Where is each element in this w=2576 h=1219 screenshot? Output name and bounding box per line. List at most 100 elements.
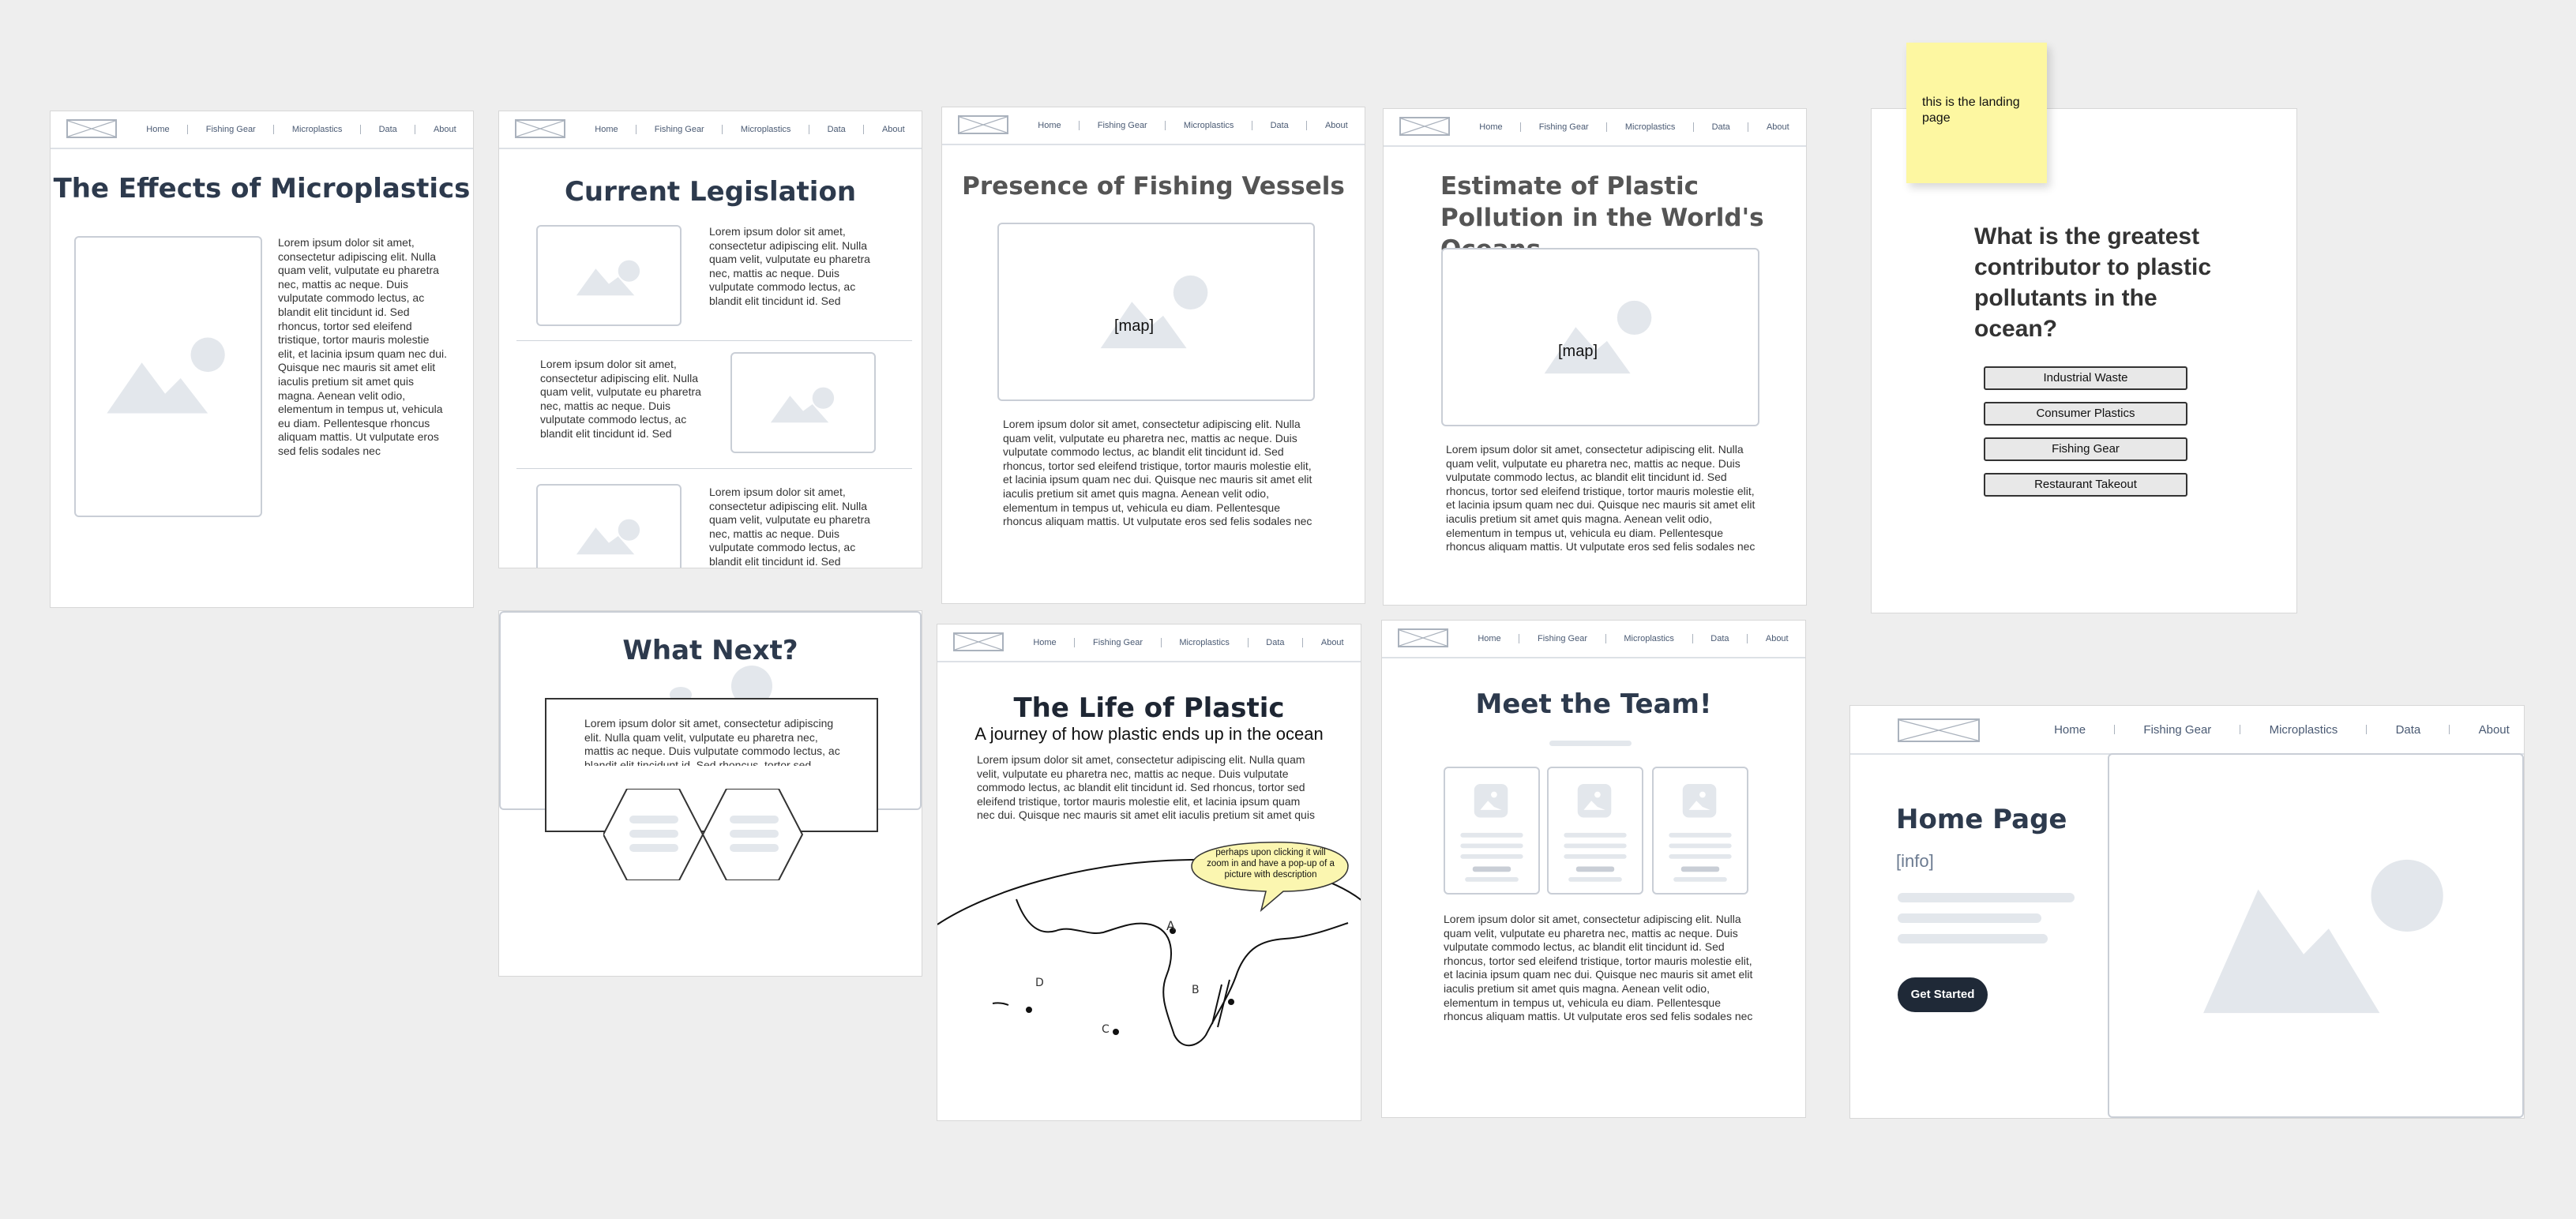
logo-placeholder-icon: [66, 119, 117, 138]
nav-data-link[interactable]: Data: [1266, 638, 1284, 647]
team-card[interactable]: [1547, 767, 1643, 895]
page-title: The Effects of Microplastics: [53, 173, 471, 204]
get-started-button[interactable]: Get Started: [1898, 977, 1988, 1012]
nav-about-link[interactable]: About: [1325, 121, 1348, 130]
logo-placeholder-icon: [515, 119, 565, 138]
nav-divider: [1693, 122, 1694, 132]
image-placeholder: [74, 236, 262, 517]
body-text: Lorem ipsum dolor sit amet, consectetur …: [278, 236, 447, 457]
nav-data-link[interactable]: Data: [1710, 634, 1729, 643]
nav-about-link[interactable]: About: [2479, 723, 2510, 737]
body-text: Lorem ipsum dolor sit amet, consectetur …: [709, 486, 870, 568]
body-text: Lorem ipsum dolor sit amet, consectetur …: [1444, 913, 1753, 1023]
page-title: What Next?: [622, 635, 798, 666]
nav-data-link[interactable]: Data: [1271, 121, 1289, 130]
nav-divider: [360, 125, 361, 134]
nav-divider: [1747, 634, 1748, 643]
nav-about-link[interactable]: About: [1767, 122, 1789, 132]
nav-home-link[interactable]: Home: [146, 125, 169, 134]
nav-data-link[interactable]: Data: [2396, 723, 2421, 737]
nav-microplastics-link[interactable]: Microplastics: [741, 125, 791, 134]
page-title: Current Legislation: [564, 176, 857, 208]
nav-about-link[interactable]: About: [1321, 638, 1344, 647]
nav-divider: [863, 125, 865, 134]
question-heading: What is the greatest contributor to plas…: [1974, 223, 2211, 342]
frame-meet-the-team: Home Fishing Gear Microplastics Data Abo…: [1381, 620, 1806, 1118]
page-title: Meet the Team!: [1475, 688, 1712, 720]
nav-home-link[interactable]: Home: [1479, 122, 1502, 132]
nav-about-link[interactable]: About: [1766, 634, 1789, 643]
nav-bar: Home Fishing Gear Microplastics Data Abo…: [499, 111, 922, 149]
nav-fishing-gear-link[interactable]: Fishing Gear: [1098, 121, 1147, 130]
option-fishing-gear-button[interactable]: Fishing Gear: [1984, 437, 2187, 461]
nav-bar: Home Fishing Gear Microplastics Data Abo…: [1384, 109, 1806, 147]
nav-home-link[interactable]: Home: [595, 125, 618, 134]
nav-microplastics-link[interactable]: Microplastics: [292, 125, 343, 134]
nav-microplastics-link[interactable]: Microplastics: [1179, 638, 1230, 647]
nav-divider: [2114, 725, 2116, 734]
frame-life-of-plastic: Home Fishing Gear Microplastics Data Abo…: [937, 624, 1361, 1121]
nav-home-link[interactable]: Home: [1033, 638, 1056, 647]
sticky-note[interactable]: this is the landing page: [1906, 43, 2047, 183]
body-text: Lorem ipsum dolor sit amet, consectetur …: [1003, 418, 1312, 528]
team-card[interactable]: [1444, 767, 1540, 895]
page-subtitle: A journey of how plastic ends up in the …: [974, 724, 1324, 744]
nav-home-link[interactable]: Home: [1038, 121, 1061, 130]
map-placeholder[interactable]: [map]: [997, 223, 1315, 401]
image-placeholder: [536, 225, 682, 326]
nav-microplastics-link[interactable]: Microplastics: [1184, 121, 1234, 130]
nav-divider: [273, 125, 275, 134]
nav-fishing-gear-link[interactable]: Fishing Gear: [1093, 638, 1143, 647]
nav-divider: [1605, 634, 1606, 643]
frame-current-legislation: Home Fishing Gear Microplastics Data Abo…: [498, 111, 922, 568]
nav-divider: [1160, 638, 1162, 647]
nav-fishing-gear-link[interactable]: Fishing Gear: [655, 125, 704, 134]
page-title: Home Page: [1896, 804, 2067, 835]
map-placeholder[interactable]: [map]: [1441, 248, 1759, 426]
nav-data-link[interactable]: Data: [1712, 122, 1730, 132]
nav-divider: [1302, 638, 1304, 647]
nav-about-link[interactable]: About: [434, 125, 456, 134]
nav-divider: [1520, 122, 1522, 132]
nav-fishing-gear-link[interactable]: Fishing Gear: [2143, 723, 2211, 737]
nav-divider: [1692, 634, 1693, 643]
nav-data-link[interactable]: Data: [828, 125, 846, 134]
nav-about-link[interactable]: About: [882, 125, 905, 134]
page-title: The Life of Plastic: [1013, 692, 1285, 724]
text-line-placeholder: [1898, 893, 2075, 902]
nav-bar: Home Fishing Gear Microplastics Data Abo…: [1382, 621, 1805, 658]
image-placeholder: [536, 484, 682, 568]
nav-divider: [1165, 121, 1166, 130]
nav-home-link[interactable]: Home: [1478, 634, 1500, 643]
nav-fishing-gear-link[interactable]: Fishing Gear: [206, 125, 256, 134]
page-title: Presence of Fishing Vessels: [962, 172, 1345, 201]
option-industrial-waste-button[interactable]: Industrial Waste: [1984, 366, 2187, 390]
text-line-placeholder: [1898, 934, 2048, 943]
nav-fishing-gear-link[interactable]: Fishing Gear: [1538, 634, 1587, 643]
speech-bubble-text: perhaps upon clicking it will zoom in an…: [1207, 848, 1335, 880]
nav-microplastics-link[interactable]: Microplastics: [1624, 634, 1674, 643]
hexagon-graphic: [603, 789, 804, 880]
nav-bar: Home Fishing Gear Microplastics Data Abo…: [51, 111, 473, 149]
nav-microplastics-link[interactable]: Microplastics: [1625, 122, 1676, 132]
hero-image-placeholder: [2108, 753, 2524, 1118]
map-marker-label-d: D: [1035, 977, 1044, 989]
answer-options: Industrial Waste Consumer Plastics Fishi…: [1984, 366, 2189, 524]
nav-data-link[interactable]: Data: [379, 125, 397, 134]
nav-microplastics-link[interactable]: Microplastics: [2270, 723, 2338, 737]
body-text: Lorem ipsum dolor sit amet, consectetur …: [977, 753, 1315, 822]
frame-effects-of-microplastics: Home Fishing Gear Microplastics Data Abo…: [50, 111, 474, 608]
nav-home-link[interactable]: Home: [2054, 723, 2086, 737]
body-text: Lorem ipsum dolor sit amet, consectetur …: [584, 717, 840, 766]
logo-placeholder-icon: [1898, 718, 1980, 742]
team-card[interactable]: [1652, 767, 1748, 895]
nav-divider: [187, 125, 189, 134]
body-text: Lorem ipsum dolor sit amet, consectetur …: [1446, 443, 1756, 553]
option-consumer-plastics-button[interactable]: Consumer Plastics: [1984, 402, 2187, 426]
nav-divider: [2449, 725, 2450, 734]
nav-fishing-gear-link[interactable]: Fishing Gear: [1539, 122, 1589, 132]
option-restaurant-takeout-button[interactable]: Restaurant Takeout: [1984, 473, 2187, 497]
logo-placeholder-icon: [1399, 117, 1450, 136]
frame-home-page: Home Fishing Gear Microplastics Data Abo…: [1849, 705, 2525, 1119]
map-marker-label-b: B: [1192, 984, 1200, 996]
